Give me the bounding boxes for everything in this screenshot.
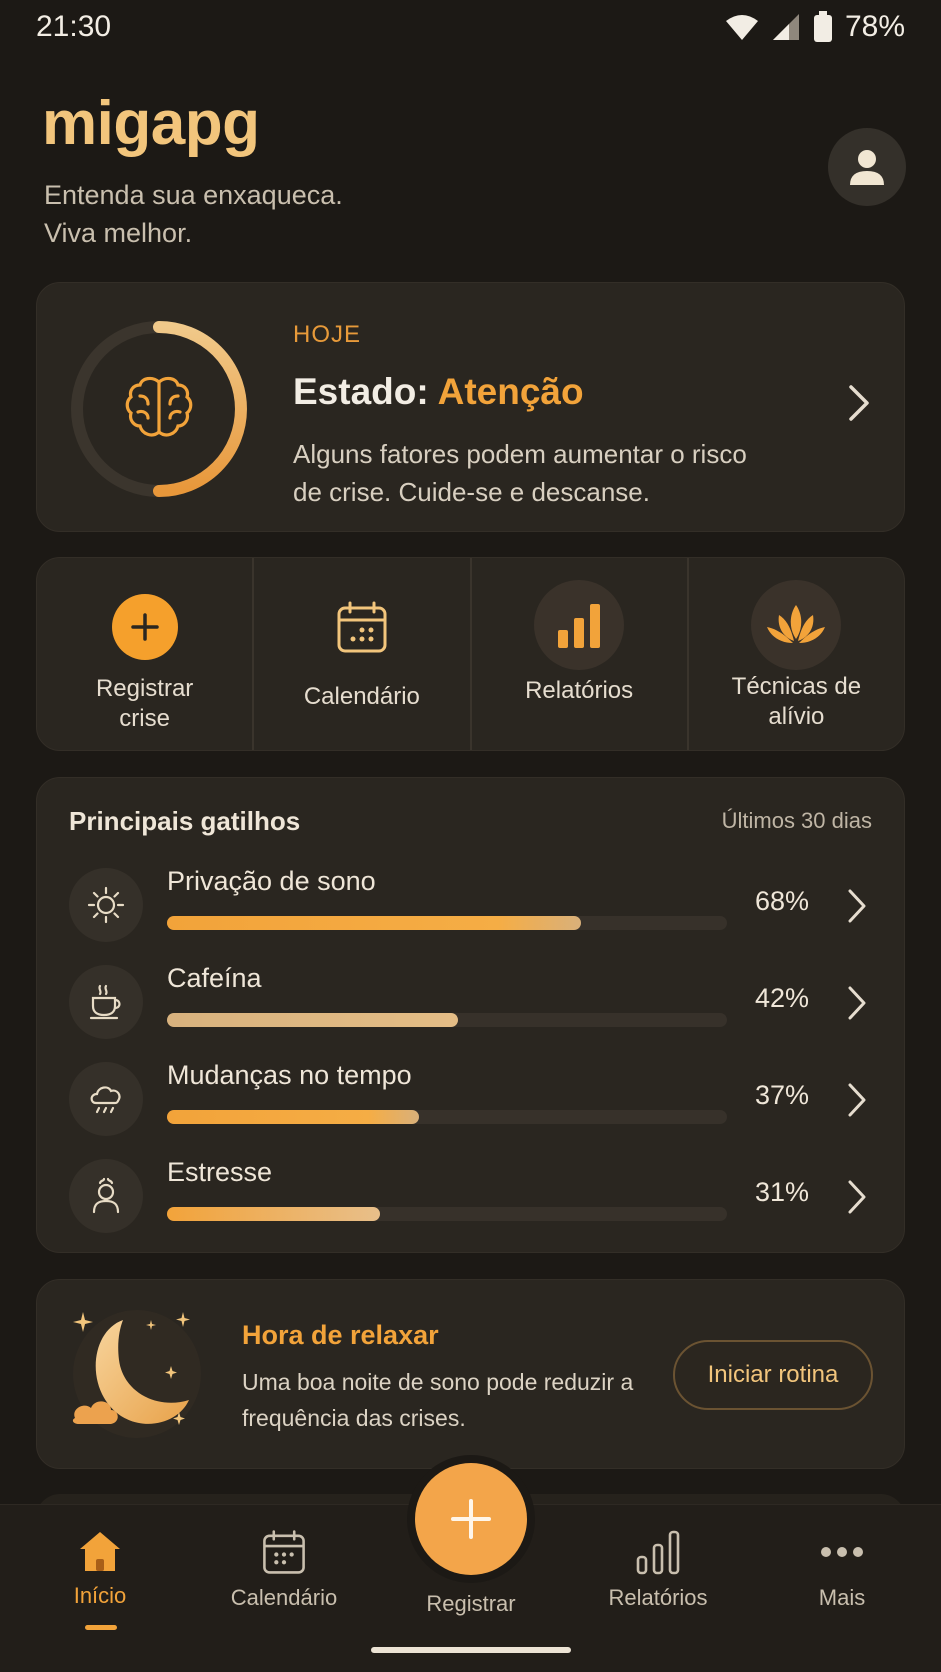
nav-item-mais[interactable]: Mais (767, 1529, 917, 1611)
app-title: migapg (42, 89, 260, 158)
quick-action-register-crisis[interactable]: Registrar crise (37, 558, 252, 750)
tagline-line-2: Viva melhor. (44, 218, 193, 248)
chevron-right-icon[interactable] (847, 888, 867, 924)
status-ring (71, 321, 247, 497)
relax-card: Hora de relaxar Uma boa noite de sono po… (36, 1279, 905, 1469)
state-value: Atenção (437, 371, 584, 412)
triggers-card: Principais gatilhos Últimos 30 dias Priv… (36, 777, 905, 1253)
trigger-bar-fill (167, 1013, 459, 1027)
chevron-right-icon[interactable] (847, 1179, 867, 1215)
user-icon (850, 150, 884, 185)
status-card[interactable]: HOJE Estado: Atenção Alguns fatores pode… (36, 282, 905, 532)
plus-icon (111, 594, 178, 660)
nav-label: Calendário (230, 1585, 338, 1610)
trigger-row[interactable]: Privação de sono 68% (37, 864, 906, 954)
trigger-percent: 37% (755, 1080, 810, 1110)
trigger-label: Privação de sono (167, 866, 376, 896)
home-indicator (371, 1647, 571, 1653)
trigger-label: Mudanças no tempo (167, 1060, 412, 1090)
state-description: Alguns fatores podem aumentar o risco de… (293, 439, 747, 507)
start-routine-button[interactable]: Iniciar rotina (673, 1340, 873, 1410)
bar-chart-icon (534, 580, 625, 670)
trigger-bar (167, 1207, 727, 1221)
trigger-percent: 68% (755, 886, 810, 916)
more-icon (821, 1547, 863, 1557)
home-icon (80, 1532, 120, 1571)
brain-icon (125, 376, 193, 437)
sun-icon (69, 868, 143, 942)
status-time: 21:30 (36, 10, 112, 43)
trigger-bar-fill (167, 916, 582, 930)
trigger-bar (167, 1110, 727, 1124)
chevron-right-icon[interactable] (847, 985, 867, 1021)
signal-icon (772, 14, 799, 40)
battery-percent: 78% (844, 10, 905, 43)
trigger-label: Estresse (167, 1157, 273, 1187)
nav-label: Início (73, 1583, 127, 1608)
nav-item-calendario[interactable]: Calendário (209, 1529, 359, 1611)
trigger-label: Cafeína (167, 963, 262, 993)
nav-label: Registrar (426, 1591, 516, 1616)
bar-chart-icon (636, 1530, 680, 1575)
calendar-icon (263, 1530, 305, 1574)
nav-item-relatorios[interactable]: Relatórios (583, 1529, 733, 1611)
trigger-row[interactable]: Cafeína 42% (37, 961, 906, 1051)
status-icons: 78% (725, 10, 905, 44)
trigger-row[interactable]: Estresse 31% (37, 1155, 906, 1245)
battery-icon (813, 11, 832, 42)
relax-description: Uma boa noite de sono pode reduzir a fre… (242, 1369, 634, 1431)
calendar-icon (329, 594, 395, 660)
cloud-rain-icon (69, 1062, 143, 1136)
moon-icon (72, 1310, 201, 1438)
coffee-icon (69, 965, 143, 1039)
quick-action-label: Técnicas de alívio (731, 673, 862, 730)
tagline: Entenda sua enxaqueca. Viva melhor. (44, 176, 343, 252)
tagline-line-1: Entenda sua enxaqueca. (44, 180, 343, 210)
quick-action-label: Relatórios (525, 677, 634, 704)
stress-person-icon (69, 1159, 143, 1233)
register-fab[interactable] (415, 1463, 527, 1575)
state-line: Estado: Atenção (293, 371, 584, 413)
status-bar: 21:30 78% (0, 0, 941, 56)
triggers-period: Últimos 30 dias (721, 808, 872, 833)
quick-action-calendar[interactable]: Calendário (252, 558, 469, 750)
active-tab-indicator (85, 1625, 117, 1630)
trigger-bar-fill (167, 1110, 419, 1124)
nav-item-inicio[interactable]: Início (25, 1529, 175, 1609)
quick-actions: Registrar crise Calendário Relatórios Té… (36, 557, 905, 751)
nav-label: Mais (818, 1585, 866, 1610)
today-label: HOJE (293, 321, 362, 348)
plus-icon (451, 1499, 491, 1539)
trigger-bar (167, 1013, 727, 1027)
trigger-percent: 42% (755, 983, 810, 1013)
chevron-right-icon[interactable] (847, 1082, 867, 1118)
nav-label: Relatórios (608, 1585, 708, 1610)
wifi-icon (725, 15, 758, 40)
chevron-right-icon[interactable] (847, 383, 871, 423)
lotus-icon (751, 580, 842, 670)
profile-button[interactable] (828, 128, 906, 206)
trigger-row[interactable]: Mudanças no tempo 37% (37, 1058, 906, 1148)
nav-item-registrar[interactable]: Registrar (396, 1579, 546, 1617)
state-prefix: Estado: (293, 371, 438, 412)
relax-title: Hora de relaxar (242, 1320, 439, 1350)
trigger-bar-fill (167, 1207, 380, 1221)
quick-action-reports[interactable]: Relatórios (469, 558, 687, 750)
trigger-bar (167, 916, 727, 930)
quick-action-relief-techniques[interactable]: Técnicas de alívio (686, 558, 904, 750)
quick-action-label: Registrar crise (95, 675, 194, 732)
trigger-percent: 31% (755, 1177, 810, 1207)
triggers-title: Principais gatilhos (69, 806, 301, 836)
quick-action-label: Calendário (303, 683, 420, 710)
